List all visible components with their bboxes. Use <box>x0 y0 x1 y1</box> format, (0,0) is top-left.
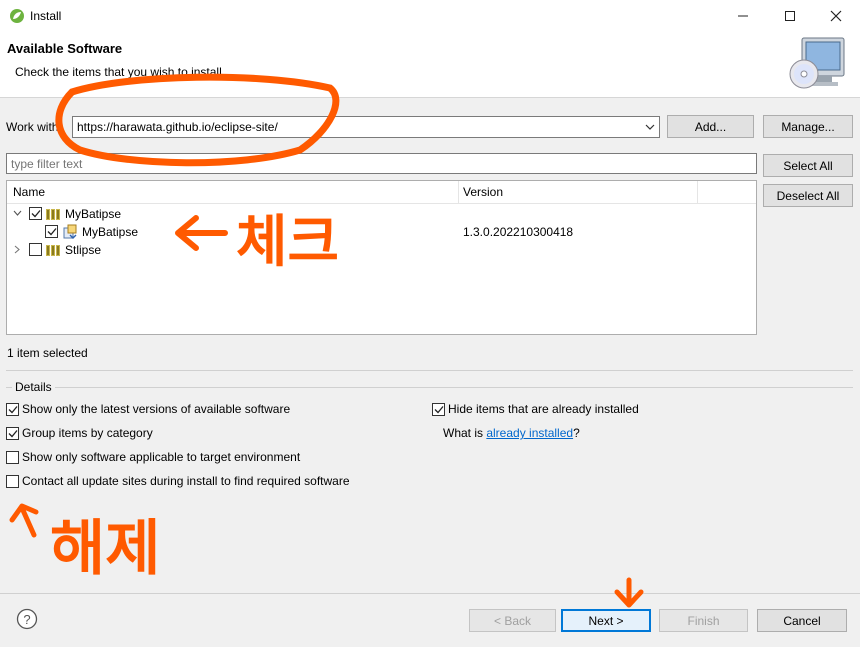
option-label[interactable]: Group items by category <box>22 426 153 440</box>
checkmark-icon <box>31 210 40 218</box>
annotation-up-arrow-icon <box>9 503 39 538</box>
add-site-button[interactable]: Add... <box>667 115 754 138</box>
chevron-down-icon[interactable] <box>645 124 655 132</box>
minimize-button[interactable] <box>720 0 766 32</box>
back-button[interactable]: < Back <box>469 609 556 632</box>
title-bar: Install <box>0 0 860 32</box>
work-with-combo[interactable]: https://harawata.github.io/eclipse-site/ <box>72 116 660 138</box>
checkmark-icon <box>8 430 17 438</box>
window-title: Install <box>30 9 62 23</box>
deselect-all-button[interactable]: Deselect All <box>763 184 853 207</box>
maximize-icon <box>785 11 795 21</box>
already-installed-link[interactable]: already installed <box>486 426 573 440</box>
chevron-down-icon[interactable] <box>13 210 22 217</box>
row-checkbox[interactable] <box>45 225 58 238</box>
details-group-border <box>6 387 853 388</box>
row-name: Stlipse <box>65 243 102 257</box>
divider <box>6 370 853 371</box>
option-label[interactable]: Show only software applicable to target … <box>22 450 300 464</box>
option-label[interactable]: Contact all update sites during install … <box>22 474 350 488</box>
select-all-button[interactable]: Select All <box>763 154 853 177</box>
wizard-banner: Available Software Check the items that … <box>0 32 860 98</box>
work-with-label: Work with: <box>6 120 62 134</box>
what-is-installed: What is already installed? <box>443 426 580 440</box>
row-name: MyBatipse <box>82 225 139 239</box>
annotation-uncheck-note: 해제 <box>50 514 161 584</box>
column-divider[interactable] <box>697 181 698 203</box>
plugin-feature-icon <box>63 224 77 239</box>
option-label[interactable]: Show only the latest versions of availab… <box>22 402 290 416</box>
details-label: Details <box>12 380 55 394</box>
option-label[interactable]: Hide items that are already installed <box>448 402 639 416</box>
help-icon[interactable]: ? <box>16 608 38 630</box>
table-header: Name Version <box>7 181 756 204</box>
category-icon <box>46 209 60 220</box>
what-is-prefix: What is <box>443 426 487 440</box>
finish-button[interactable]: Finish <box>659 609 748 632</box>
row-name: MyBatipse <box>65 207 122 221</box>
work-with-value: https://harawata.github.io/eclipse-site/ <box>77 120 278 134</box>
chevron-right-icon[interactable] <box>14 245 21 254</box>
maximize-button[interactable] <box>767 0 813 32</box>
row-checkbox[interactable] <box>29 207 42 220</box>
filter-input[interactable] <box>6 153 757 174</box>
table-row[interactable]: MyBatipse 1.3.0.202210300418 <box>7 223 756 241</box>
checkmark-icon <box>8 406 17 414</box>
checkmark-icon <box>434 406 443 414</box>
category-icon <box>46 245 60 256</box>
option-checkbox[interactable] <box>6 451 19 464</box>
page-subtitle: Check the items that you wish to install… <box>15 65 226 79</box>
manage-sites-button[interactable]: Manage... <box>763 115 853 138</box>
page-title: Available Software <box>7 41 123 56</box>
footer-divider <box>0 593 860 594</box>
column-divider[interactable] <box>458 181 459 203</box>
selection-status: 1 item selected <box>7 346 88 360</box>
column-version[interactable]: Version <box>463 185 503 199</box>
install-computer-icon <box>789 37 845 89</box>
option-checkbox[interactable] <box>6 403 19 416</box>
svg-text:?: ? <box>23 612 30 627</box>
what-is-suffix: ? <box>573 426 580 440</box>
table-row[interactable]: Stlipse <box>7 241 756 259</box>
column-name[interactable]: Name <box>13 185 45 199</box>
software-table[interactable]: Name Version MyBatipse MyBatipse 1.3.0.2… <box>6 180 757 335</box>
minimize-icon <box>738 15 748 17</box>
cancel-button[interactable]: Cancel <box>757 609 847 632</box>
row-version: 1.3.0.202210300418 <box>463 225 574 239</box>
next-button[interactable]: Next > <box>561 609 651 632</box>
option-checkbox[interactable] <box>432 403 445 416</box>
option-checkbox[interactable] <box>6 475 19 488</box>
row-checkbox[interactable] <box>29 243 42 256</box>
spring-leaf-icon <box>10 9 24 23</box>
option-checkbox[interactable] <box>6 427 19 440</box>
close-button[interactable] <box>813 0 859 32</box>
checkmark-icon <box>47 228 56 236</box>
table-row[interactable]: MyBatipse <box>7 205 756 223</box>
close-icon <box>830 10 842 22</box>
